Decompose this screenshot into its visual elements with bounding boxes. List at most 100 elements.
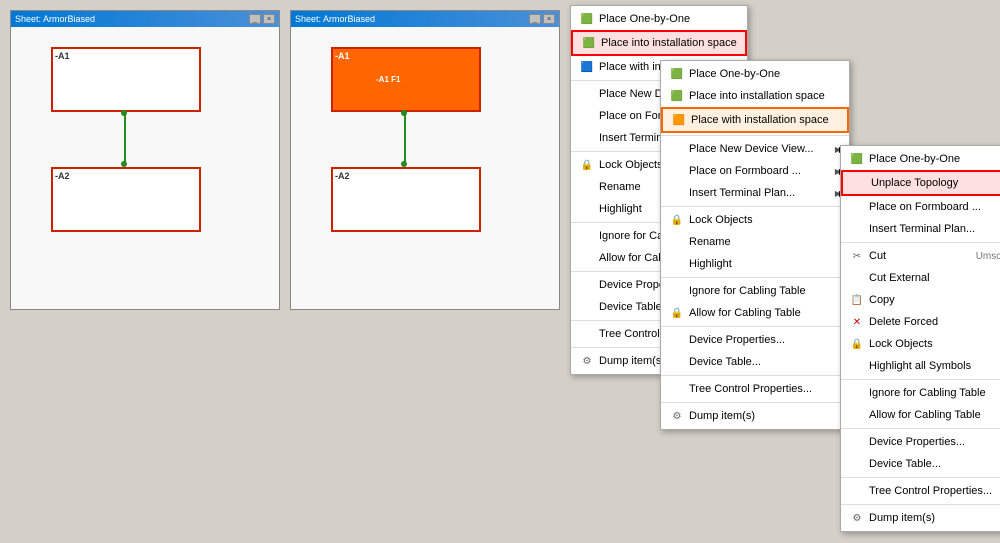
menu2-device-props[interactable]: Device Properties... — [661, 329, 849, 351]
menu3-cut[interactable]: ✂ Cut Umschalt+Entf — [841, 245, 1000, 267]
menu3-device-table[interactable]: Device Table... — [841, 453, 1000, 475]
menu3-cut-external[interactable]: Cut External — [841, 267, 1000, 289]
menu2-device-table[interactable]: Device Table... — [661, 351, 849, 373]
place-one-icon-3: 🟩 — [849, 151, 865, 167]
sep2-menu3 — [841, 379, 1000, 380]
tree-icon-3 — [849, 483, 865, 499]
menu3-label-ignore-cabling: Ignore for Cabling Table — [869, 387, 986, 399]
menu2-lock-objects[interactable]: 🔒 Lock Objects — [661, 209, 849, 231]
sep5-menu3 — [841, 504, 1000, 505]
lock-icon-3: 🔒 — [849, 336, 865, 352]
menu1-label-lock: Lock Objects — [599, 159, 663, 171]
menu3-allow-cabling[interactable]: Allow for Cabling Table — [841, 404, 1000, 426]
menu2-tree-control[interactable]: Tree Control Properties... — [661, 378, 849, 400]
menu3-highlight-all[interactable]: Highlight all Symbols — [841, 355, 1000, 377]
cut-icon-3: ✂ — [849, 248, 865, 264]
menu2-label-formboard: Place on Formboard ... — [689, 165, 801, 177]
place-with-icon-2: 🟧 — [671, 112, 687, 128]
allow-cable-icon-1 — [579, 250, 595, 266]
menu3-unplace-topology[interactable]: Unplace Topology — [841, 170, 1000, 196]
formboard-icon-3 — [849, 199, 865, 215]
place-one-icon-1: 🟩 — [579, 11, 595, 27]
menu3-label-allow-cabling: Allow for Cabling Table — [869, 409, 981, 421]
menu3-device-props[interactable]: Device Properties... — [841, 431, 1000, 453]
menu2-dump-items[interactable]: ⚙ Dump item(s) — [661, 405, 849, 427]
terminal-icon-2 — [669, 185, 685, 201]
ignore-cable-icon-1 — [579, 228, 595, 244]
connector-1 — [124, 114, 126, 164]
menu2-allow-cabling-table[interactable]: 🔒 Allow for Cabling Table — [661, 302, 849, 324]
menu3-label-copy: Copy — [869, 294, 895, 306]
allow-cable-icon-2: 🔒 — [669, 305, 685, 321]
menu2-place-new-device[interactable]: Place New Device View... ▶ — [661, 138, 849, 160]
menu3-copy[interactable]: 📋 Copy Strg+C — [841, 289, 1000, 311]
menu3-delete-forced[interactable]: ✕ Delete Forced — [841, 311, 1000, 333]
menu2-label-place-into: Place into installation space — [689, 90, 825, 102]
menu3-dump-items[interactable]: ⚙ Dump item(s) — [841, 507, 1000, 529]
menu3-label-highlight-all: Highlight all Symbols — [869, 360, 971, 372]
menu1-label-dump: Dump item(s) — [599, 355, 665, 367]
menu2-label-lock: Lock Objects — [689, 214, 753, 226]
place-into-icon-2: 🟩 — [669, 88, 685, 104]
rename-icon-2 — [669, 234, 685, 250]
menu2-highlight[interactable]: Highlight — [661, 253, 849, 275]
menu1-label-highlight: Highlight — [599, 203, 642, 215]
menu2-place-with-installation[interactable]: 🟧 Place with installation space — [661, 107, 849, 133]
highlight-icon-1 — [579, 201, 595, 217]
menu2-place-formboard[interactable]: Place on Formboard ... ▶ — [661, 160, 849, 182]
sep4-menu2 — [661, 326, 849, 327]
menu2-label-allow-cabling: Allow for Cabling Table — [689, 307, 801, 319]
menu1-label-rename: Rename — [599, 181, 641, 193]
device-a2-panel2[interactable] — [331, 167, 481, 232]
device-a2-panel1[interactable] — [51, 167, 201, 232]
menu3-label-formboard: Place on Formboard ... — [869, 201, 981, 213]
menu3-ignore-cabling[interactable]: Ignore for Cabling Table — [841, 382, 1000, 404]
dump-icon-3: ⚙ — [849, 510, 865, 526]
menu2-rename[interactable]: Rename — [661, 231, 849, 253]
panel-content-2: -A1 -A1 F1 -A2 — [291, 27, 559, 309]
device-a1-panel2[interactable] — [331, 47, 481, 112]
panel-title-2: Sheet: ArmorBiased — [295, 14, 375, 24]
menu1-place-into-installation[interactable]: 🟩 Place into installation space — [571, 30, 747, 56]
menu3-place-formboard[interactable]: Place on Formboard ... — [841, 196, 1000, 218]
menu2-label-terminal: Insert Terminal Plan... — [689, 187, 795, 199]
menu3-label-device-props: Device Properties... — [869, 436, 965, 448]
panel-winbtns-1: _ × — [249, 14, 275, 24]
sep2-menu2 — [661, 206, 849, 207]
menu3-label-cut: Cut — [869, 250, 886, 262]
menu1-place-one-by-one[interactable]: 🟩 Place One-by-One — [571, 8, 747, 30]
menu2-insert-terminal[interactable]: Insert Terminal Plan... ▶ — [661, 182, 849, 204]
menu3-place-one-by-one[interactable]: 🟩 Place One-by-One — [841, 148, 1000, 170]
formboard-icon-2 — [669, 163, 685, 179]
panel-minimize-2[interactable]: _ — [529, 14, 541, 24]
menu2-ignore-cabling-table[interactable]: Ignore for Cabling Table — [661, 280, 849, 302]
highlight-all-icon-3 — [849, 358, 865, 374]
menu3-insert-terminal[interactable]: Insert Terminal Plan... — [841, 218, 1000, 240]
panel-minimize-1[interactable]: _ — [249, 14, 261, 24]
diagram-panel-2: Sheet: ArmorBiased _ × -A1 -A1 F1 -A2 — [290, 10, 560, 310]
diagram-panel-1: Sheet: ArmorBiased _ × -A1 -A2 — [10, 10, 280, 310]
menu3-lock-objects[interactable]: 🔒 Lock Objects Strg+L — [841, 333, 1000, 355]
cut-shortcut: Umschalt+Entf — [976, 251, 1000, 262]
device-a1-label-panel1: -A1 — [55, 51, 70, 61]
context-menu-2: 🟩 Place One-by-One 🟩 Place into installa… — [660, 60, 850, 430]
panel-close-1[interactable]: × — [263, 14, 275, 24]
menu3-label-terminal: Insert Terminal Plan... — [869, 223, 975, 235]
device-props-icon-3 — [849, 434, 865, 450]
panel-close-2[interactable]: × — [543, 14, 555, 24]
menu2-place-one-by-one[interactable]: 🟩 Place One-by-One — [661, 63, 849, 85]
device-table-icon-1 — [579, 299, 595, 315]
highlight-icon-2 — [669, 256, 685, 272]
device-props-icon-1 — [579, 277, 595, 293]
place-new-icon-2 — [669, 141, 685, 157]
menu3-label-lock: Lock Objects — [869, 338, 933, 350]
menu2-place-into-installation[interactable]: 🟩 Place into installation space — [661, 85, 849, 107]
sep3-menu3 — [841, 428, 1000, 429]
menu3-label-unplace: Unplace Topology — [871, 177, 958, 189]
menu3-tree-control[interactable]: Tree Control Properties... — [841, 480, 1000, 502]
menu2-label-rename: Rename — [689, 236, 731, 248]
device-props-icon-2 — [669, 332, 685, 348]
sep4-menu3 — [841, 477, 1000, 478]
device-a1-panel1[interactable] — [51, 47, 201, 112]
sep3-menu2 — [661, 277, 849, 278]
